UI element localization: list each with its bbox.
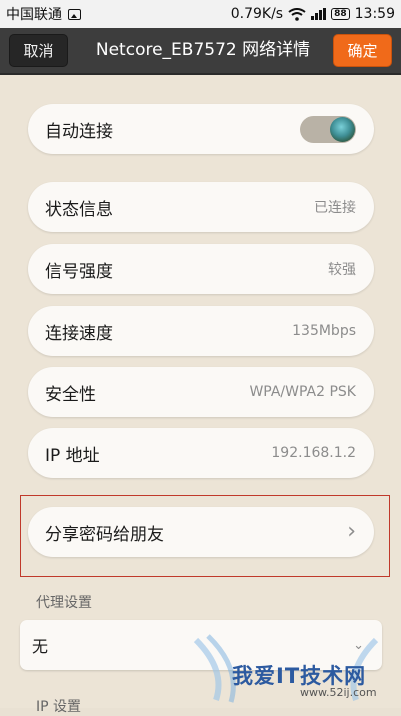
- auto-connect-label: 自动连接: [45, 121, 113, 142]
- network-speed: 0.79K/s: [230, 6, 284, 22]
- status-label: 状态信息: [45, 199, 113, 220]
- auto-connect-toggle[interactable]: [300, 115, 356, 143]
- proxy-selected-value: 无: [32, 637, 49, 656]
- cancel-button[interactable]: 取消: [9, 34, 68, 67]
- signal-label: 信号强度: [45, 261, 113, 282]
- security-value: WPA/WPA2 PSK: [249, 384, 356, 400]
- watermark-url: www.52ij.com: [300, 686, 377, 699]
- toggle-knob: [330, 116, 355, 142]
- signal-strength-icon: [311, 8, 327, 20]
- status-value: 已连接: [314, 200, 356, 216]
- carrier-name: 中国联通: [6, 7, 62, 23]
- wifi-icon: [288, 7, 306, 21]
- auto-connect-row[interactable]: 自动连接: [28, 104, 374, 154]
- speed-row: 连接速度 135Mbps: [28, 306, 374, 356]
- speed-value: 135Mbps: [292, 323, 356, 339]
- image-notification-icon: [68, 8, 81, 20]
- clock: 13:59: [354, 6, 395, 22]
- title-bar: 取消 Netcore_EB7572 网络详情 确定: [0, 28, 401, 75]
- status-row: 状态信息 已连接: [28, 182, 374, 232]
- ip-address-value: 192.168.1.2: [271, 445, 356, 461]
- ip-settings-section-label: IP 设置: [36, 699, 82, 715]
- security-row: 安全性 WPA/WPA2 PSK: [28, 367, 374, 417]
- signal-value: 较强: [328, 262, 356, 278]
- ip-address-row: IP 地址 192.168.1.2: [28, 428, 374, 478]
- confirm-button[interactable]: 确定: [333, 34, 392, 67]
- speed-label: 连接速度: [45, 323, 113, 344]
- chevron-right-icon: ›: [347, 519, 356, 544]
- share-password-row[interactable]: 分享密码给朋友 ›: [28, 507, 374, 557]
- signal-row: 信号强度 较强: [28, 244, 374, 294]
- share-password-label: 分享密码给朋友: [45, 524, 164, 545]
- status-right: 0.79K/s 88 13:59: [231, 6, 395, 22]
- security-label: 安全性: [45, 384, 96, 405]
- page-title: Netcore_EB7572 网络详情: [95, 40, 311, 60]
- status-bar: 中国联通 0.79K/s 88 13:59: [0, 0, 401, 28]
- ip-address-label: IP 地址: [45, 445, 100, 466]
- battery-icon: 88: [331, 8, 350, 20]
- proxy-section-label: 代理设置: [36, 595, 92, 611]
